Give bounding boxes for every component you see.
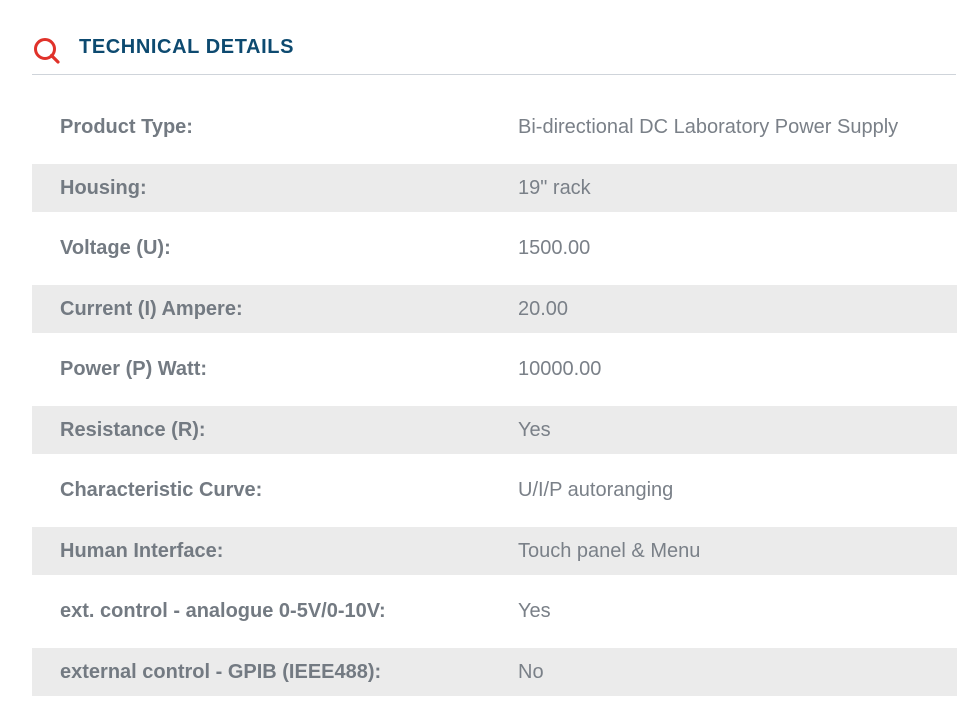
- detail-label: Human Interface:: [60, 521, 223, 582]
- detail-row-voltage: Voltage (U): 1500.00: [32, 218, 957, 279]
- detail-label: ext. control - analogue 0-5V/0-10V:: [60, 581, 386, 642]
- detail-row-product-type: Product Type: Bi-directional DC Laborato…: [32, 97, 957, 158]
- detail-label: Voltage (U):: [60, 218, 171, 279]
- section-title: TECHNICAL DETAILS: [79, 35, 294, 59]
- detail-value: 1500.00: [518, 218, 590, 279]
- detail-row-current: Current (I) Ampere: 20.00: [32, 279, 957, 340]
- detail-label: Resistance (R):: [60, 400, 206, 461]
- detail-label: Product Type:: [60, 97, 193, 158]
- detail-row-resistance: Resistance (R): Yes: [32, 400, 957, 461]
- detail-row-gpib-control: external control - GPIB (IEEE488): No: [32, 642, 957, 702]
- detail-value: Bi-directional DC Laboratory Power Suppl…: [518, 97, 898, 158]
- detail-value: 19" rack: [518, 158, 591, 219]
- detail-label: external control - GPIB (IEEE488):: [60, 642, 381, 702]
- detail-value: No: [518, 642, 544, 702]
- detail-row-characteristic-curve: Characteristic Curve: U/I/P autoranging: [32, 460, 957, 521]
- search-icon: [32, 36, 62, 66]
- detail-value: Touch panel & Menu: [518, 521, 700, 582]
- detail-label: Housing:: [60, 158, 147, 219]
- detail-value: Yes: [518, 581, 551, 642]
- section-header: TECHNICAL DETAILS: [32, 30, 956, 75]
- detail-row-power: Power (P) Watt: 10000.00: [32, 339, 957, 400]
- detail-row-housing: Housing: 19" rack: [32, 158, 957, 219]
- detail-value: 20.00: [518, 279, 568, 340]
- detail-label: Power (P) Watt:: [60, 339, 207, 400]
- detail-value: 10000.00: [518, 339, 601, 400]
- detail-row-human-interface: Human Interface: Touch panel & Menu: [32, 521, 957, 582]
- detail-label: Current (I) Ampere:: [60, 279, 243, 340]
- detail-label: Characteristic Curve:: [60, 460, 262, 521]
- detail-value: Yes: [518, 400, 551, 461]
- technical-details-table: Product Type: Bi-directional DC Laborato…: [32, 97, 957, 702]
- detail-value: U/I/P autoranging: [518, 460, 673, 521]
- detail-row-analogue-control: ext. control - analogue 0-5V/0-10V: Yes: [32, 581, 957, 642]
